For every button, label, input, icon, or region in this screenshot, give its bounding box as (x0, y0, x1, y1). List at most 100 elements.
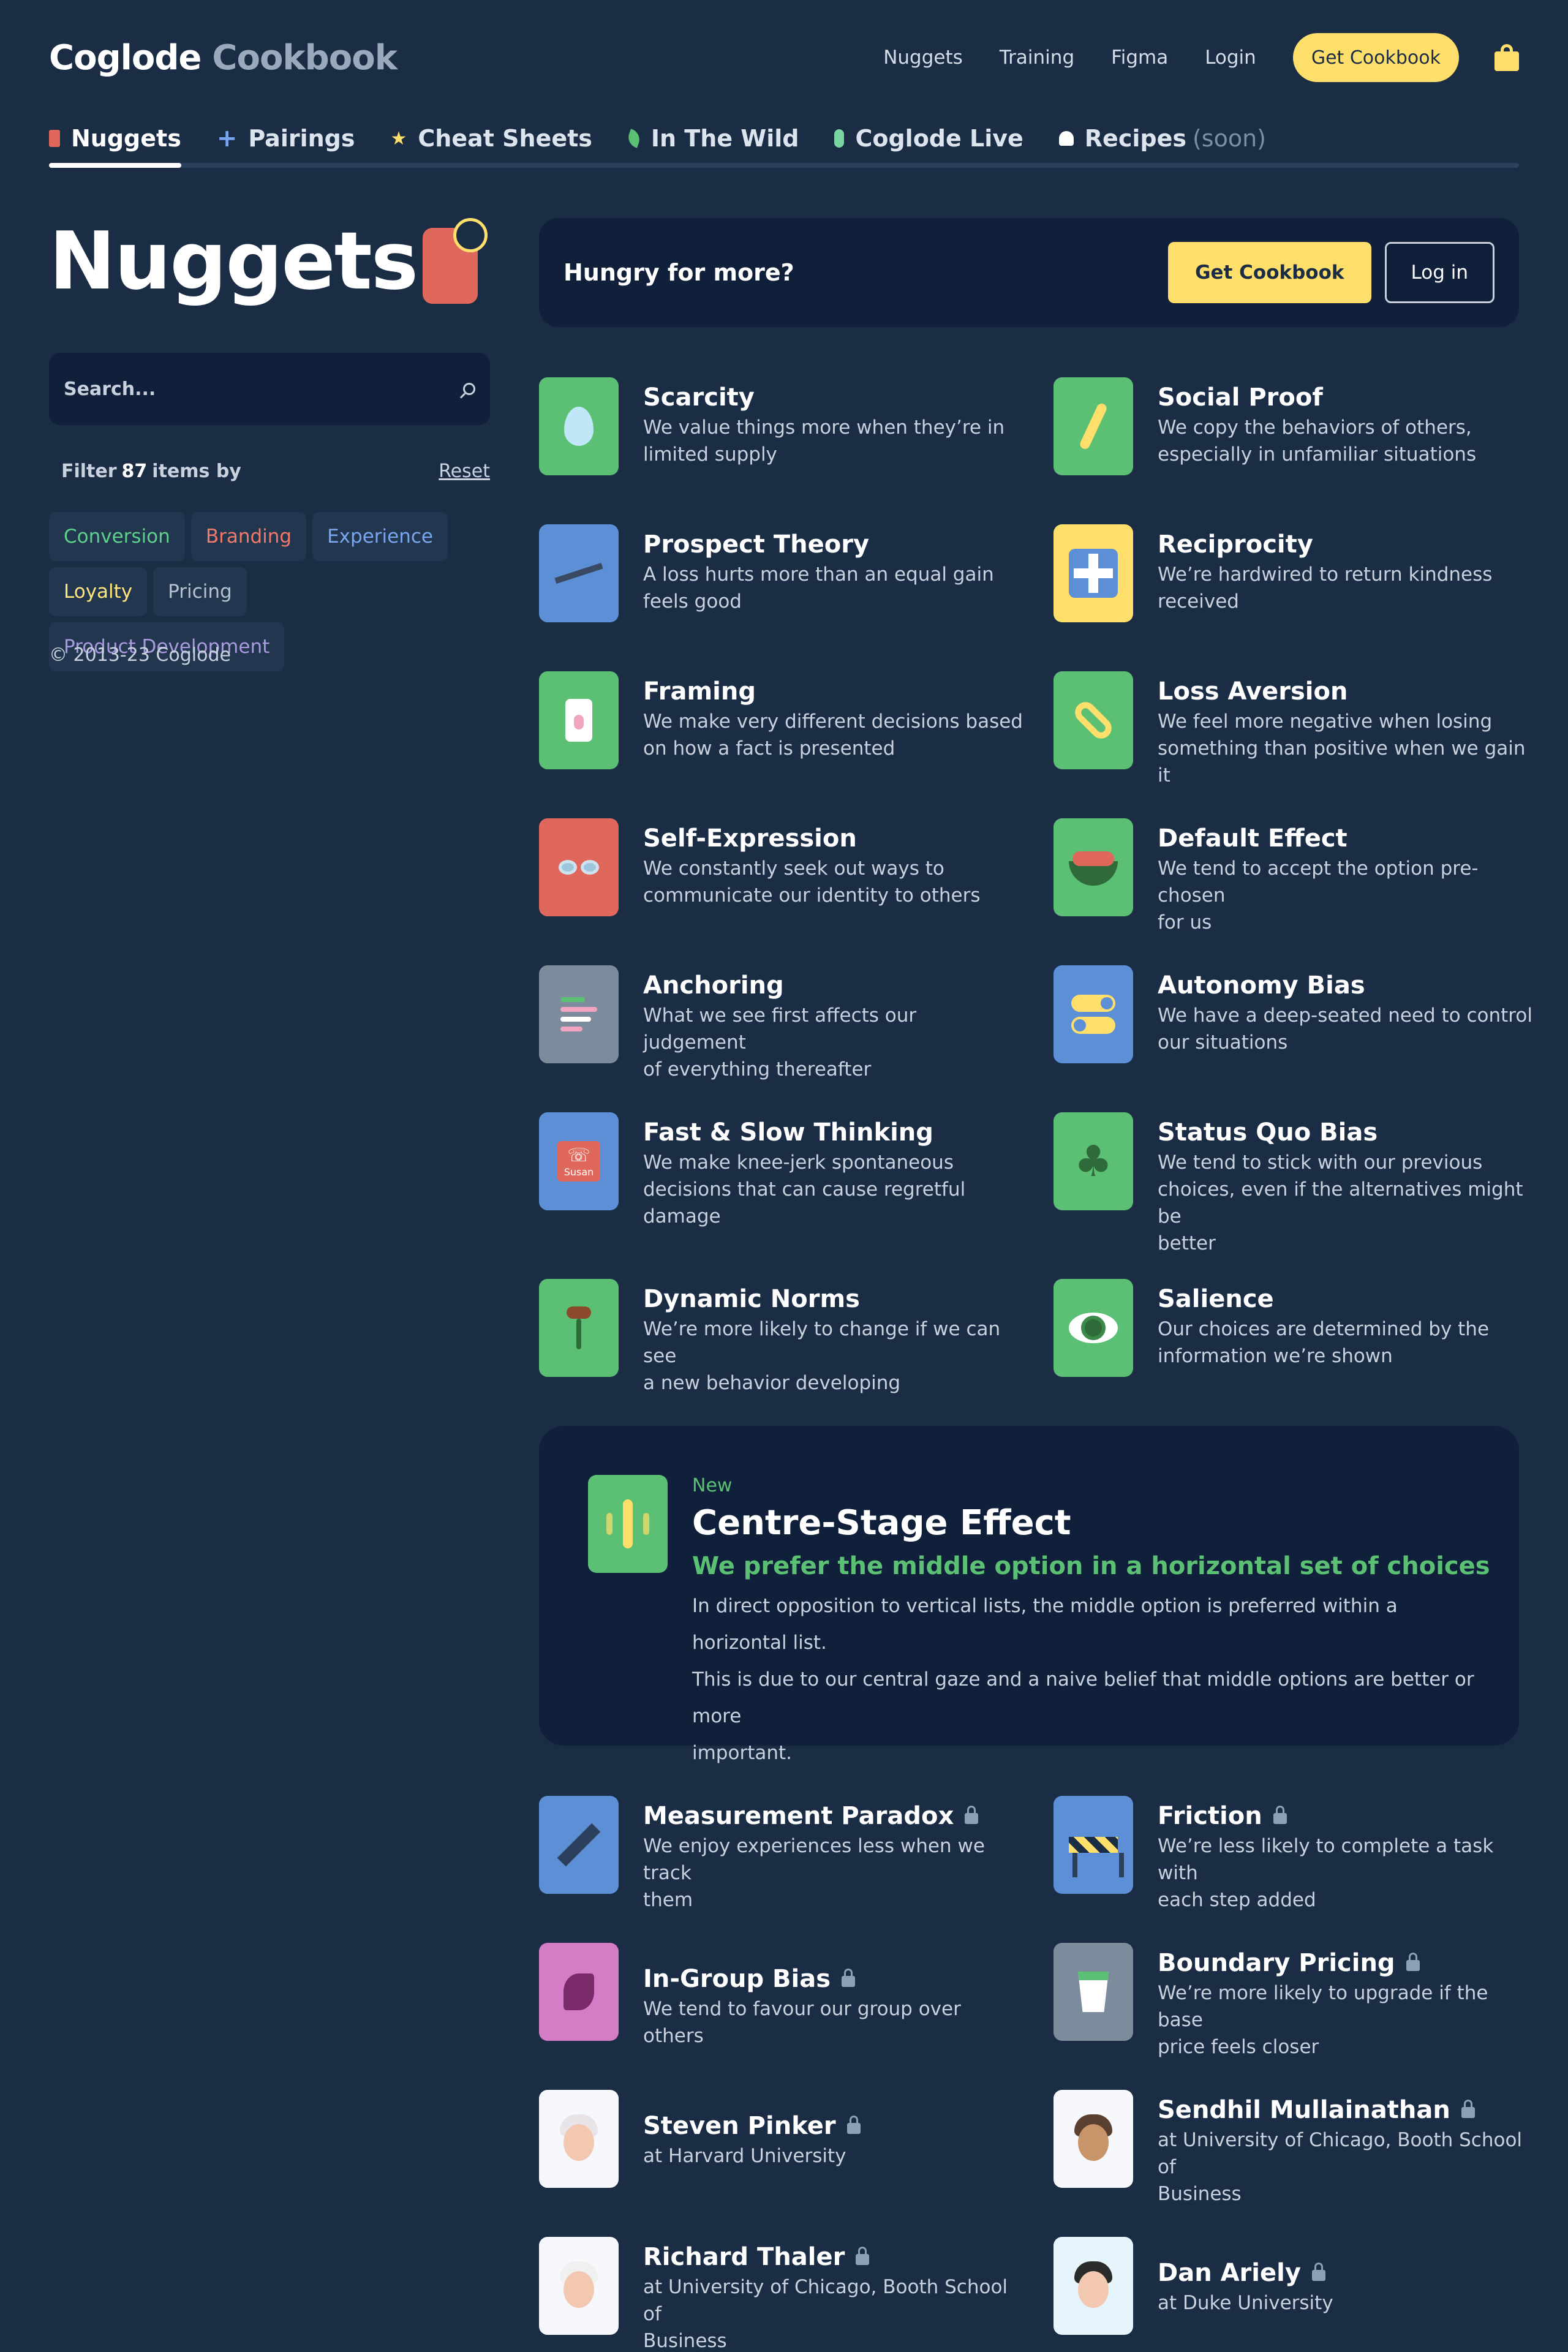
nugget-card[interactable]: Prospect Theory A loss hurts more than an… (539, 524, 1023, 622)
nugget-desc: We’re more likely to upgrade if the base… (1158, 1982, 1488, 2058)
chip-experience[interactable]: Experience (312, 512, 448, 561)
lock-icon (842, 1969, 856, 1987)
locked-nugget-card[interactable]: Measurement Paradox We enjoy experiences … (539, 1796, 1023, 1913)
nugget-title: Default Effect (1158, 824, 1348, 853)
featured-nugget[interactable]: New Centre-Stage Effect We prefer the mi… (539, 1426, 1519, 1764)
new-badge: New (692, 1475, 733, 1496)
nugget-card[interactable]: Framing We make very different decisions … (539, 671, 1023, 769)
road-barrier-icon (1054, 1796, 1133, 1894)
nugget-desc: A loss hurts more than an equal gain feel… (643, 564, 994, 612)
lock-icon (1311, 2263, 1325, 2281)
tab-coglode-live[interactable]: Coglode Live (834, 120, 1023, 157)
nugget-card[interactable]: Reciprocity We’re hardwired to return kin… (1054, 524, 1537, 622)
nugget-title: Scarcity (643, 383, 755, 412)
nugget-bite-icon (423, 218, 488, 304)
avatar (539, 2090, 619, 2188)
nugget-desc: We feel more negative when losing somethi… (1158, 710, 1526, 786)
nav-link-nuggets[interactable]: Nuggets (883, 47, 963, 69)
logo-brand: Coglode (49, 37, 202, 78)
tab-label: Nuggets (71, 125, 181, 152)
nugget-card[interactable]: Self-Expression We constantly seek out wa… (539, 818, 1023, 916)
chain-link-icon (1054, 671, 1133, 769)
person-card[interactable]: Steven Pinker at Harvard University (539, 2090, 1023, 2188)
promo-get-cookbook-button[interactable]: Get Cookbook (1168, 242, 1371, 303)
tab-in-the-wild[interactable]: In The Wild (625, 120, 799, 157)
person-card[interactable]: Dan Ariely at Duke University (1054, 2237, 1537, 2335)
nugget-desc: We have a deep-seated need to control our… (1158, 1005, 1532, 1054)
nugget-title: Social Proof (1158, 383, 1323, 412)
nugget-desc: We tend to accept the option pre-chosen f… (1158, 858, 1479, 933)
nugget-card[interactable]: Default Effect We tend to accept the opti… (1054, 818, 1537, 936)
locked-nugget-card[interactable]: Boundary Pricing We’re more likely to upg… (1054, 1943, 1537, 2060)
get-cookbook-button[interactable]: Get Cookbook (1292, 33, 1459, 82)
centre-stage-icon (588, 1475, 668, 1573)
lock-icon (1273, 1806, 1287, 1824)
gift-icon (1054, 524, 1133, 622)
nugget-desc: We’re less likely to complete a task wit… (1158, 1835, 1494, 1911)
jar-icon (539, 671, 619, 769)
search-icon[interactable] (463, 383, 475, 395)
site-header: Coglode Cookbook Nuggets Training Figma L… (49, 33, 1519, 82)
nugget-card[interactable]: Anchoring What we see first affects our j… (539, 965, 1023, 1083)
reset-link[interactable]: Reset (439, 461, 490, 482)
nugget-card[interactable]: ☏ Susan Fast & Slow Thinking We make knee-… (539, 1112, 1023, 1230)
nav-link-login[interactable]: Login (1205, 47, 1256, 69)
lock-icon (846, 2116, 861, 2134)
nugget-title: Dynamic Norms (643, 1285, 860, 1313)
nugget-card[interactable]: Autonomy Bias We have a deep-seated need … (1054, 965, 1537, 1063)
filter-label: Filter (61, 461, 117, 482)
section-tabs: Nuggets + Pairings ★ Cheat Sheets In The W… (49, 120, 1519, 168)
chip-pricing[interactable]: Pricing (153, 567, 247, 616)
nugget-card[interactable]: Dynamic Norms We’re more likely to change… (539, 1279, 1023, 1396)
logo[interactable]: Coglode Cookbook (49, 37, 398, 78)
nugget-card[interactable]: Loss Aversion We feel more negative when … (1054, 671, 1537, 789)
tab-pairings[interactable]: + Pairings (217, 120, 355, 157)
nugget-title: Self-Expression (643, 824, 857, 853)
coffee-cup-icon (1054, 1943, 1133, 2041)
avatar (1054, 2237, 1133, 2335)
water-drop-icon (539, 377, 619, 475)
nugget-title: Friction (1158, 1802, 1262, 1830)
chip-conversion[interactable]: Conversion (49, 512, 185, 561)
chip-branding[interactable]: Branding (190, 512, 307, 561)
nav-link-training[interactable]: Training (1000, 47, 1074, 69)
avatar (1054, 2090, 1133, 2188)
filter-row: Filter 87 items by Reset (61, 461, 490, 482)
locked-nugget-card[interactable]: Friction We’re less likely to complete a … (1054, 1796, 1537, 1913)
nugget-card[interactable]: Social Proof We copy the behaviors of oth… (1054, 377, 1537, 475)
phone-call-icon: ☏ Susan (539, 1112, 619, 1210)
nugget-desc: We tend to favour our group over others (643, 1998, 961, 2047)
nugget-card[interactable]: Salience Our choices are determined by th… (1054, 1279, 1537, 1377)
person-card[interactable]: Sendhil Mullainathan at University of Chi… (1054, 2090, 1537, 2207)
lock-icon (856, 2247, 870, 2265)
logo-product: Cookbook (212, 37, 398, 78)
nugget-desc: What we see first affects our judgement o… (643, 1005, 917, 1080)
filter-count: 87 (121, 461, 148, 482)
nav-link-figma[interactable]: Figma (1111, 47, 1168, 69)
promo-title: Hungry for more? (564, 259, 794, 286)
nugget-title: Reciprocity (1158, 530, 1313, 559)
nugget-title: Autonomy Bias (1158, 971, 1365, 1000)
filter-label-suffix: items by (152, 461, 241, 482)
nugget-desc: We’re hardwired to return kindness receiv… (1158, 564, 1493, 612)
plus-icon: + (216, 124, 238, 153)
lock-icon (1406, 1953, 1420, 1971)
promo-banner: Hungry for more? Get Cookbook Log in (539, 218, 1519, 327)
person-card[interactable]: Richard Thaler at University of Chicago, … (539, 2237, 1023, 2352)
tab-label: Pairings (248, 125, 355, 152)
locked-nugget-card[interactable]: In-Group Bias We tend to favour our group… (539, 1943, 1023, 2049)
tab-nuggets[interactable]: Nuggets (49, 120, 181, 168)
shopping-bag-icon[interactable] (1494, 44, 1519, 71)
chip-loyalty[interactable]: Loyalty (49, 567, 148, 616)
nugget-card[interactable]: Scarcity We value things more when they’r… (539, 377, 1023, 475)
nugget-title: Framing (643, 677, 756, 706)
nugget-title: Anchoring (643, 971, 784, 1000)
tab-cheat-sheets[interactable]: ★ Cheat Sheets (390, 120, 592, 157)
promo-login-button[interactable]: Log in (1384, 242, 1494, 303)
nugget-card[interactable]: ♣ Status Quo Bias We tend to stick with o… (1054, 1112, 1537, 1257)
list-lines-icon (539, 965, 619, 1063)
tab-recipes[interactable]: Recipes (soon) (1058, 120, 1266, 157)
star-icon: ★ (390, 127, 407, 149)
search-input[interactable] (64, 378, 463, 400)
balance-scale-icon (539, 524, 619, 622)
